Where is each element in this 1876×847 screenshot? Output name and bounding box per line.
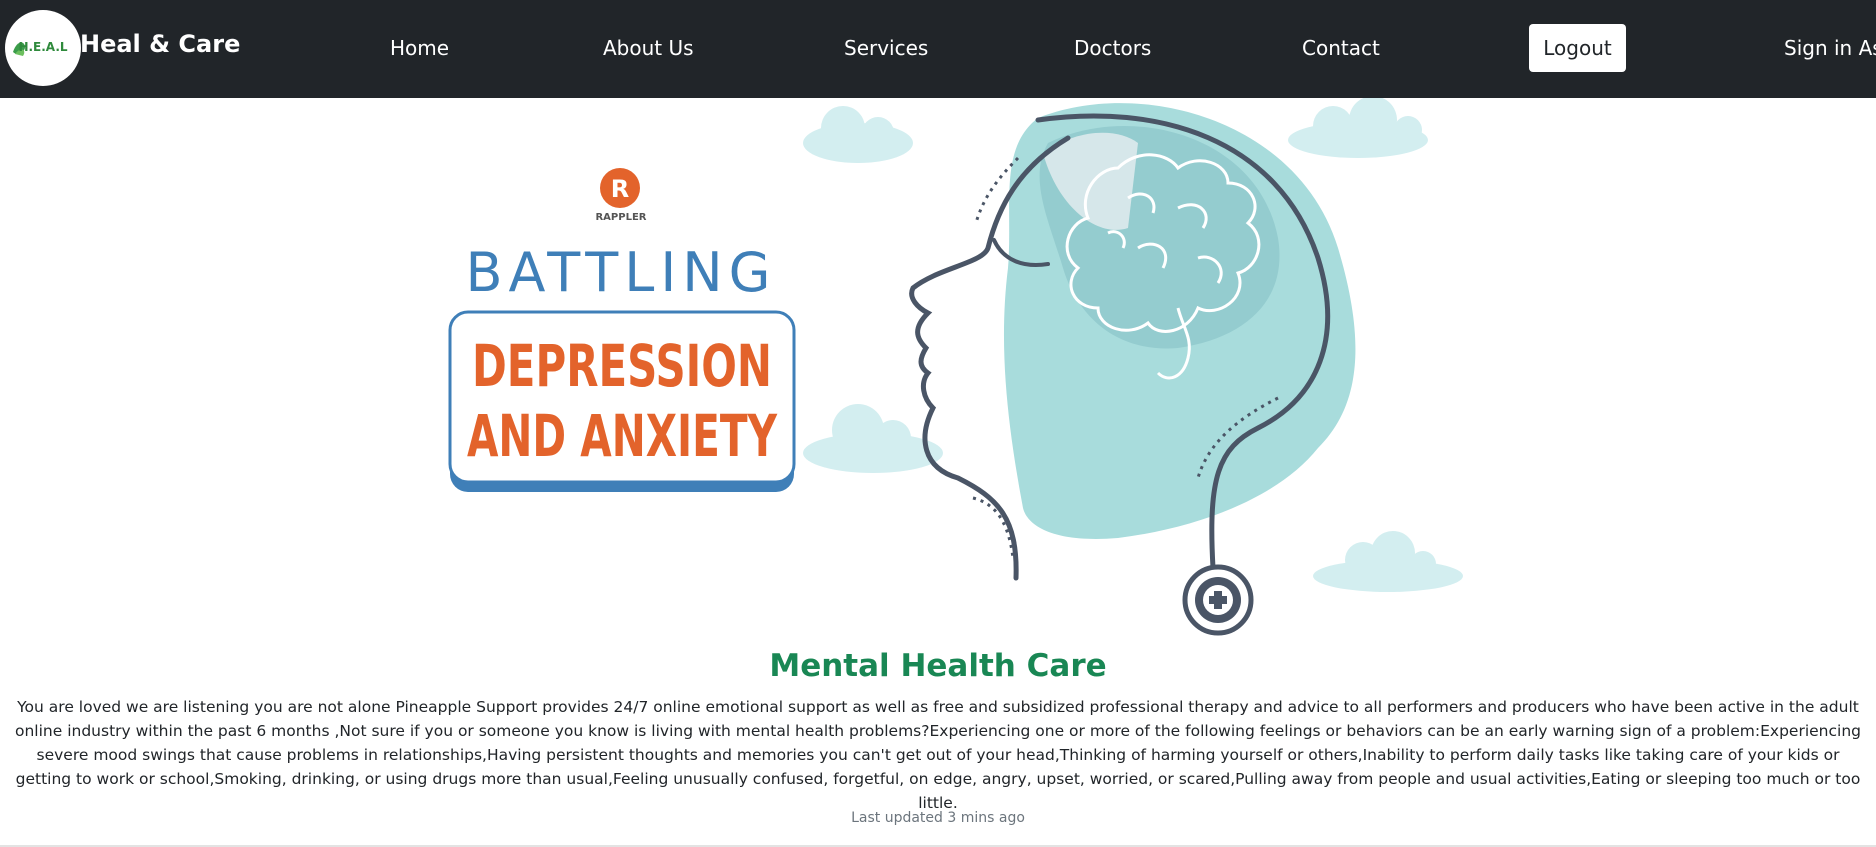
- heal-logo-icon[interactable]: H.E.A.L: [5, 10, 81, 86]
- svg-text:R: R: [611, 175, 629, 203]
- nav-home[interactable]: Home: [390, 36, 449, 60]
- sign-in-as-label: Sign in As:: [1784, 36, 1876, 60]
- mental-health-description: You are loved we are listening you are n…: [15, 698, 1861, 812]
- last-updated-text: Last updated 3 mins ago: [851, 810, 1025, 826]
- nav-services[interactable]: Services: [844, 36, 928, 60]
- navbar: H.E.A.L Heal & Care Home About Us Servic…: [0, 0, 1876, 98]
- logo-text: H.E.A.L: [18, 40, 68, 54]
- cloud-icon: [803, 106, 913, 163]
- nav-about-us[interactable]: About Us: [603, 36, 694, 60]
- hero-depression: DEPRESSION: [472, 332, 772, 400]
- rappler-logo-icon: R: [600, 168, 640, 208]
- rappler-text: RAPPLER: [595, 212, 646, 223]
- hero-anxiety: AND ANXIETY: [467, 402, 778, 470]
- cloud-icon: [1288, 96, 1428, 158]
- page-title: Mental Health Care: [769, 648, 1107, 684]
- logout-button[interactable]: Logout: [1529, 24, 1626, 72]
- hero-image: R RAPPLER BATTLING DEPRESSION AND ANXIET…: [438, 96, 1484, 638]
- cloud-icon: [803, 404, 943, 473]
- hero-battling: BATTLING: [465, 241, 776, 304]
- nav-contact[interactable]: Contact: [1302, 36, 1380, 60]
- brand-name[interactable]: Heal & Care: [80, 30, 240, 58]
- cloud-icon: [1313, 531, 1463, 592]
- nav-doctors[interactable]: Doctors: [1074, 36, 1151, 60]
